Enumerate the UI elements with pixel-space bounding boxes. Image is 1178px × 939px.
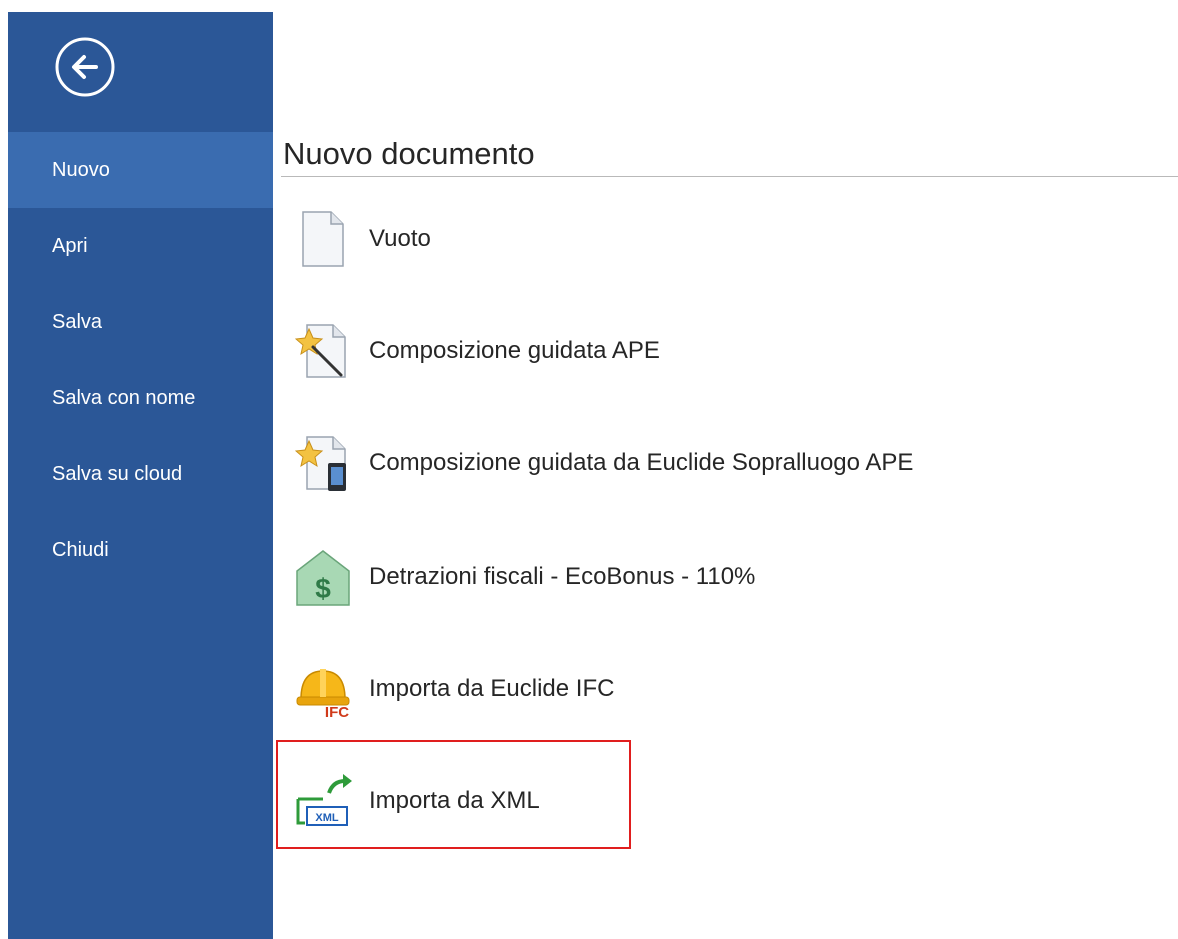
option-importa-ifc[interactable]: IFC Importa da Euclide IFC bbox=[293, 654, 1153, 724]
sidebar-item-chiudi[interactable]: Chiudi bbox=[8, 512, 273, 588]
option-vuoto[interactable]: Vuoto bbox=[293, 204, 1153, 274]
sidebar-item-label: Chiudi bbox=[52, 538, 109, 561]
sidebar-item-label: Salva su cloud bbox=[52, 462, 183, 485]
blank-document-icon bbox=[293, 209, 353, 269]
sidebar-item-label: Salva bbox=[52, 310, 103, 333]
xml-label: XML bbox=[315, 812, 339, 824]
main-panel: Nuovo documento Vuoto Composizione guida… bbox=[273, 0, 1178, 939]
xml-import-icon: XML bbox=[293, 771, 353, 831]
sidebar-item-apri[interactable]: Apri bbox=[8, 208, 273, 284]
wizard-document-icon bbox=[293, 321, 353, 381]
svg-text:$: $ bbox=[315, 573, 331, 604]
option-label: Composizione guidata APE bbox=[369, 337, 660, 364]
backstage-sidebar: Nuovo Apri Salva Salva con nome Salva su… bbox=[8, 12, 273, 939]
ifc-label: IFC bbox=[325, 704, 349, 719]
option-importa-xml[interactable]: XML Importa da XML bbox=[293, 766, 1153, 836]
sidebar-item-nuovo[interactable]: Nuovo bbox=[8, 132, 273, 208]
wizard-mobile-icon bbox=[293, 433, 353, 493]
house-dollar-icon: $ bbox=[293, 547, 353, 607]
back-button[interactable] bbox=[54, 36, 116, 98]
sidebar-item-label: Nuovo bbox=[52, 158, 110, 181]
sidebar-item-salva-con-nome[interactable]: Salva con nome bbox=[8, 360, 273, 436]
option-label: Vuoto bbox=[369, 225, 431, 252]
sidebar-item-label: Apri bbox=[52, 234, 88, 257]
sidebar-item-salva[interactable]: Salva bbox=[8, 284, 273, 360]
title-divider bbox=[281, 176, 1178, 177]
option-label: Detrazioni fiscali - EcoBonus - 110% bbox=[369, 563, 756, 590]
option-label: Importa da Euclide IFC bbox=[369, 675, 615, 702]
option-label: Importa da XML bbox=[369, 787, 540, 814]
option-detrazioni-fiscali[interactable]: $ Detrazioni fiscali - EcoBonus - 110% bbox=[293, 542, 1153, 612]
option-composizione-guidata-sopralluogo[interactable]: Composizione guidata da Euclide Soprallu… bbox=[293, 428, 1153, 498]
sidebar-nav: Nuovo Apri Salva Salva con nome Salva su… bbox=[8, 132, 273, 588]
sidebar-item-label: Salva con nome bbox=[52, 386, 196, 409]
sidebar-item-salva-su-cloud[interactable]: Salva su cloud bbox=[8, 436, 273, 512]
page-title: Nuovo documento bbox=[283, 136, 535, 171]
hardhat-ifc-icon: IFC bbox=[293, 659, 353, 719]
back-arrow-circle-icon bbox=[55, 37, 115, 97]
option-composizione-guidata-ape[interactable]: Composizione guidata APE bbox=[293, 316, 1153, 386]
option-label: Composizione guidata da Euclide Soprallu… bbox=[369, 449, 914, 476]
